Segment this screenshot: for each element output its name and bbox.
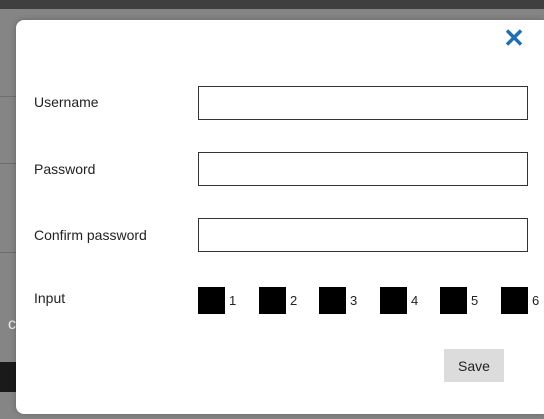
option-label: 6 (532, 292, 540, 308)
confirm-password-input[interactable] (198, 218, 528, 252)
checkbox[interactable] (259, 286, 286, 314)
input-option-4[interactable]: 4 (380, 286, 418, 314)
close-icon: ✕ (503, 23, 525, 53)
checkbox[interactable] (319, 286, 346, 314)
checkbox[interactable] (440, 286, 467, 314)
checkbox[interactable] (198, 286, 225, 314)
option-label: 1 (229, 292, 237, 308)
username-label: Username (34, 94, 99, 110)
password-label: Password (34, 161, 96, 177)
save-button[interactable]: Save (444, 349, 504, 382)
option-label: 3 (350, 292, 358, 308)
close-button[interactable]: ✕ (502, 24, 526, 52)
background-top-bar (0, 0, 544, 9)
option-label: 2 (290, 292, 298, 308)
input-option-5[interactable]: 5 (440, 286, 478, 314)
option-label: 4 (411, 292, 419, 308)
input-option-6[interactable]: 6 (501, 286, 539, 314)
checkbox[interactable] (380, 286, 407, 314)
input-option-1[interactable]: 1 (198, 286, 236, 314)
input-label: Input (34, 290, 66, 306)
modal-dialog: ✕ Username Password Confirm password Inp… (16, 20, 544, 414)
input-option-3[interactable]: 3 (319, 286, 357, 314)
input-option-2[interactable]: 2 (259, 286, 297, 314)
background-text: c (8, 316, 16, 333)
checkbox[interactable] (501, 286, 528, 314)
username-input[interactable] (198, 86, 528, 120)
option-label: 5 (471, 292, 479, 308)
confirm-password-label: Confirm password (34, 227, 147, 243)
password-input[interactable] (198, 152, 528, 186)
